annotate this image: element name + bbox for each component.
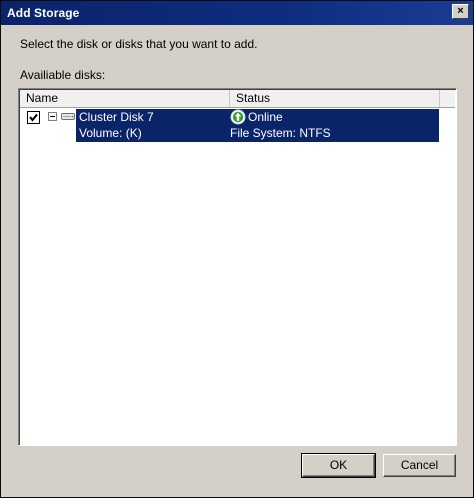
disk-drive-icon — [61, 113, 75, 120]
disk-status: Online — [248, 110, 283, 124]
online-arrow-icon — [230, 109, 246, 125]
column-header-status[interactable]: Status — [230, 90, 440, 107]
close-icon: × — [457, 5, 464, 17]
disk-list[interactable]: Name Status Cluster Disk 7 Volume: (K) O… — [18, 88, 457, 446]
disk-checkbox[interactable] — [27, 111, 40, 124]
cancel-button[interactable]: Cancel — [383, 454, 456, 477]
close-button[interactable]: × — [452, 4, 469, 19]
cancel-button-label: Cancel — [400, 458, 439, 472]
instructions-text: Select the disk or disks that you want t… — [20, 37, 258, 51]
window-title: Add Storage — [7, 6, 80, 20]
list-header: Name Status — [20, 90, 455, 108]
title-bar[interactable]: Add Storage × — [1, 1, 473, 25]
checkmark-icon — [29, 113, 38, 122]
disk-row[interactable]: Cluster Disk 7 Volume: (K) Online File S… — [76, 109, 439, 142]
ok-button-label: OK — [329, 458, 348, 472]
collapse-toggle[interactable] — [48, 112, 57, 121]
add-storage-dialog: Add Storage × Select the disk or disks t… — [0, 0, 474, 498]
available-disks-label: Availiable disks: — [20, 68, 106, 82]
disk-name: Cluster Disk 7 — [79, 110, 154, 124]
column-header-name[interactable]: Name — [20, 90, 230, 107]
disk-volume: Volume: (K) — [79, 126, 142, 140]
ok-button[interactable]: OK — [301, 453, 376, 478]
disk-file-system: File System: NTFS — [230, 126, 331, 140]
